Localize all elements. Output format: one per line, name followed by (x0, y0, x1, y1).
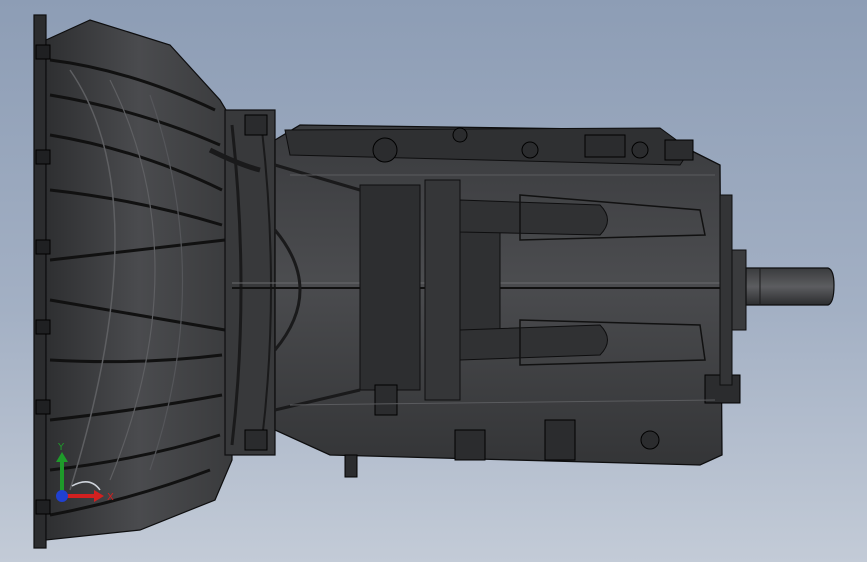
graphics-viewport[interactable]: Y X (0, 0, 867, 562)
reference-triad: Y X (56, 442, 114, 503)
y-axis-label: Y (57, 442, 65, 453)
y-axis-arrowhead (56, 452, 68, 462)
x-axis-arrowhead (94, 490, 104, 502)
transmission-case[interactable] (232, 124, 741, 478)
x-axis-label: X (107, 492, 114, 503)
transmission-model[interactable] (0, 0, 867, 562)
z-axis-dot (56, 490, 68, 502)
output-shaft[interactable] (719, 194, 835, 386)
rotation-arc (71, 481, 101, 491)
